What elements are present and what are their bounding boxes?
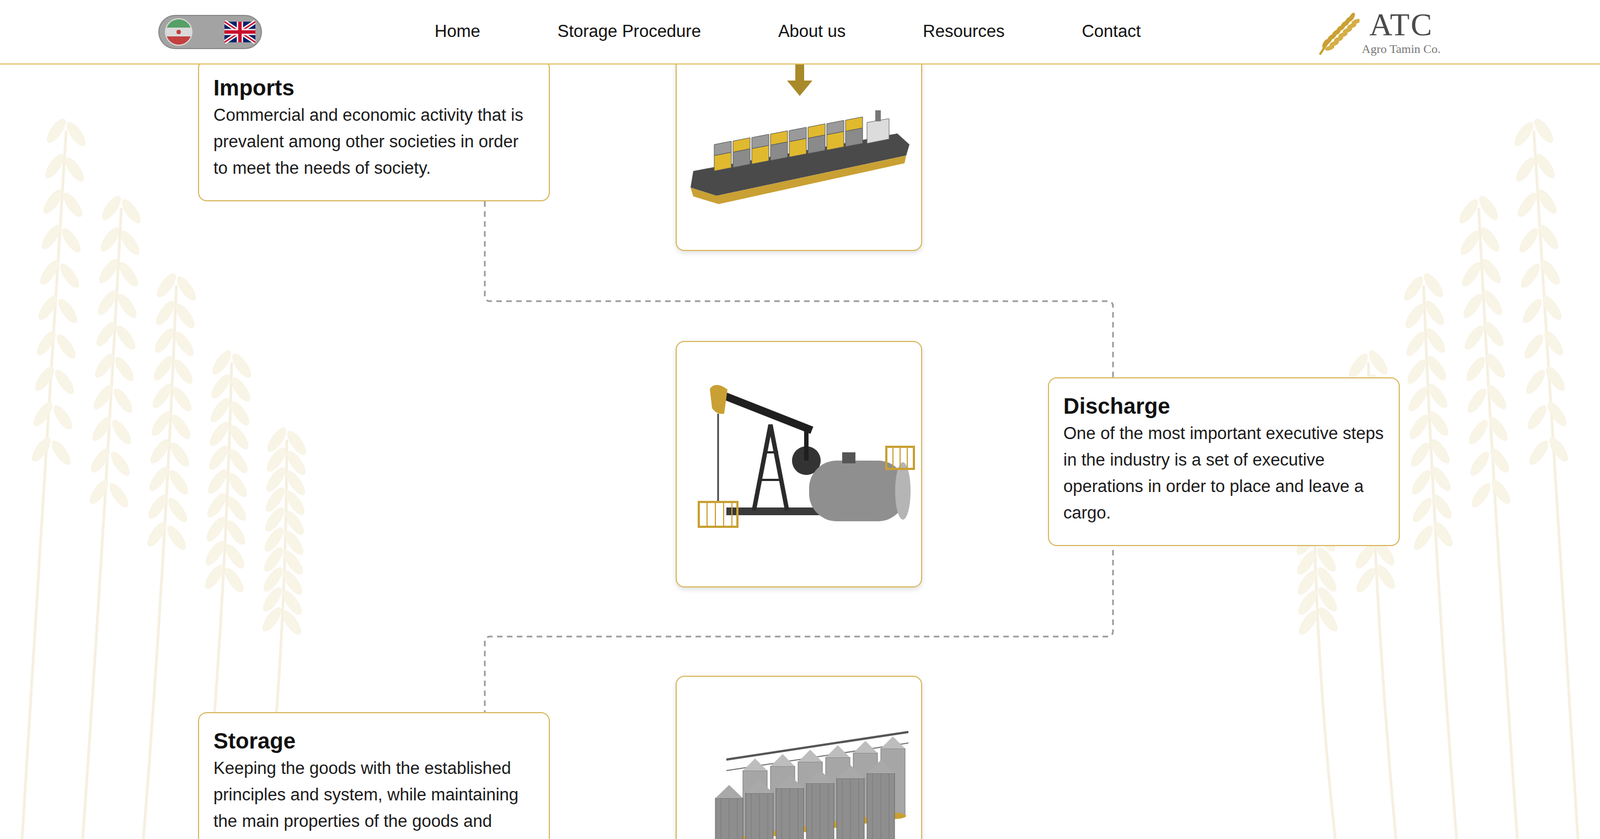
nav-item[interactable]: Storage Procedure [557, 18, 701, 45]
uk-flag-icon [224, 20, 256, 44]
iran-flag-icon [164, 18, 193, 46]
language-option[interactable] [164, 18, 193, 46]
nav-item[interactable]: About us [778, 18, 846, 45]
step-image-card [675, 64, 923, 251]
step-image-card [675, 675, 923, 839]
nav-item[interactable]: Home [434, 18, 481, 45]
language-option[interactable] [224, 20, 256, 44]
main-nav: Home Storage Procedure About us Resources Co… [434, 18, 1141, 45]
page: Home Storage Procedure About us Resources Co… [0, 0, 1600, 839]
step-image-card [675, 340, 923, 588]
language-toggle[interactable] [158, 14, 262, 50]
logo-mark: ATC [1369, 8, 1434, 42]
step-card: DischargeOne of the most important execu… [1047, 377, 1400, 547]
step-text: Commercial and economic activity that is… [213, 102, 535, 182]
procedure-diagram: ImportsCommercial and economic activity … [0, 64, 1600, 839]
ship-icon [676, 64, 923, 251]
step-text: Keeping the goods with the established p… [213, 755, 535, 835]
wheat-logo-icon [1315, 7, 1360, 57]
step-title: Discharge [1063, 391, 1385, 421]
pump-icon [676, 341, 923, 588]
step-card: StorageKeeping the goods with the establ… [198, 712, 550, 839]
step-title: Storage [213, 726, 535, 756]
step-title: Imports [213, 73, 535, 103]
step-text: One of the most important executive step… [1063, 420, 1385, 527]
silo-icon [676, 676, 923, 839]
nav-item[interactable]: Contact [1081, 18, 1141, 45]
nav-item[interactable]: Resources [922, 18, 1005, 45]
step-card: ImportsCommercial and economic activity … [198, 64, 550, 202]
logo[interactable]: ATCAgro Tamin Co. [1315, 7, 1441, 57]
header: Home Storage Procedure About us Resources Co… [0, 0, 1600, 65]
logo-name: Agro Tamin Co. [1361, 41, 1441, 57]
